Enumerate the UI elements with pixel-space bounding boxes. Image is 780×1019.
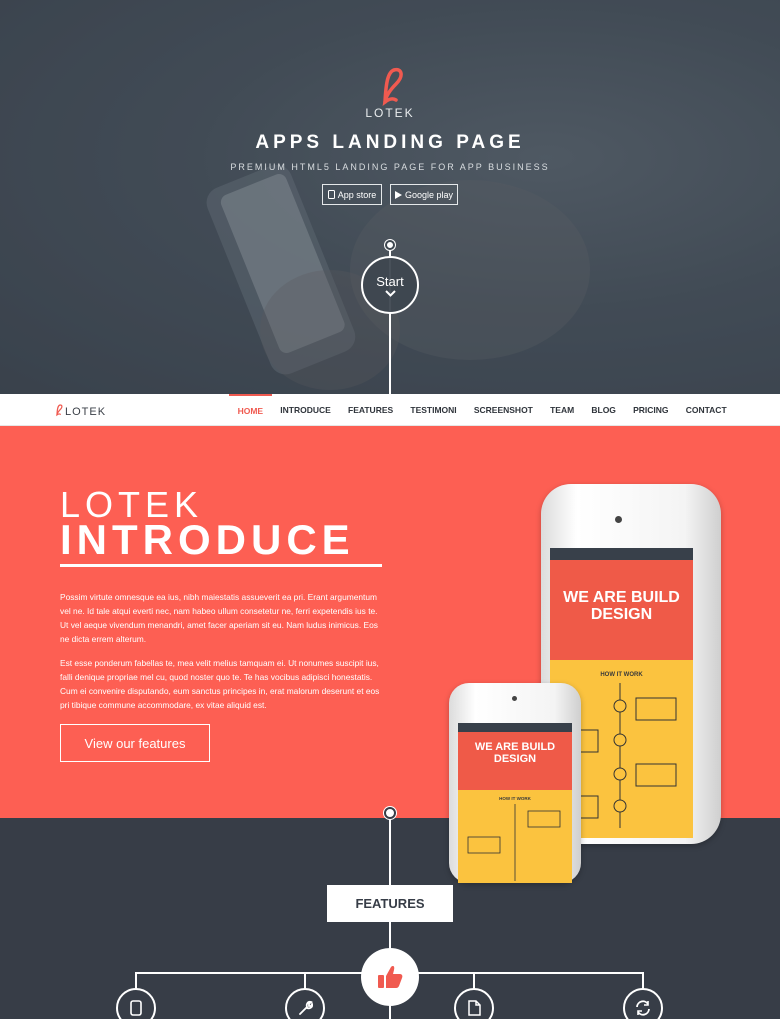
phone-icon <box>130 1000 142 1016</box>
feature-phone-button[interactable] <box>116 988 156 1019</box>
thumbs-up-icon <box>378 966 403 988</box>
google-play-button[interactable]: Google play <box>390 184 458 205</box>
lotek-logo-icon <box>56 403 63 416</box>
wrench-icon <box>299 1000 313 1015</box>
intro-divider <box>60 564 382 567</box>
refresh-icon <box>636 1000 650 1016</box>
screen-hero: WE ARE BUILD DESIGN <box>458 732 572 790</box>
tablet-icon <box>327 190 335 199</box>
nav-item-features[interactable]: FEATURES <box>339 394 401 426</box>
start-button[interactable]: Start <box>361 256 419 314</box>
nav-item-contact[interactable]: CONTACT <box>677 394 735 426</box>
screen-title: WE ARE BUILD DESIGN <box>563 589 680 623</box>
lotek-logo-icon <box>382 67 403 106</box>
nav-item-introduce[interactable]: INTRODUCE <box>272 394 340 426</box>
screen-navbar <box>550 548 693 560</box>
nav-item-team[interactable]: TEAM <box>541 394 582 426</box>
screen-title: WE ARE BUILD DESIGN <box>474 741 556 765</box>
nav-item-screenshot[interactable]: SCREENSHOT <box>465 394 541 426</box>
hero-title: APPS LANDING PAGE <box>255 132 525 153</box>
top-navigation: LOTEK HOME INTRODUCE FEATURES TESTIMONI … <box>0 394 780 426</box>
nav-item-home[interactable]: HOME <box>229 394 272 426</box>
features-title: FEATURES <box>327 885 453 922</box>
hero-logo-text: LOTEK <box>365 106 415 120</box>
google-play-label: Google play <box>404 189 454 200</box>
intro-paragraph-1: Possim virtute omnesque ea ius, nibh mai… <box>60 592 378 644</box>
nav-logo-text: LOTEK <box>65 406 107 418</box>
intro-title-big: INTRODUCE <box>60 516 355 563</box>
feature-document-button[interactable] <box>454 988 494 1019</box>
phone-mockup-small: WE ARE BUILD DESIGN HOW IT WORK <box>449 683 581 883</box>
phone-screen-small: WE ARE BUILD DESIGN HOW IT WORK <box>458 723 572 883</box>
app-store-label: App store <box>337 189 377 200</box>
app-store-button[interactable]: App store <box>322 184 382 205</box>
nav-item-pricing[interactable]: PRICING <box>625 394 678 426</box>
hero-section: LOTEK APPS LANDING PAGE PREMIUM HTML5 LA… <box>0 0 780 394</box>
start-label: Start <box>376 273 404 289</box>
nav-item-testimoni[interactable]: TESTIMONI <box>402 394 465 426</box>
nav-item-blog[interactable]: BLOG <box>583 394 625 426</box>
screen-flow-diagram <box>467 804 561 881</box>
start-connector-dot <box>385 240 395 250</box>
view-features-button[interactable]: View our features <box>60 724 210 762</box>
features-center-badge <box>361 948 419 1006</box>
nav-menu: HOME INTRODUCE FEATURES TESTIMONI SCREEN… <box>229 394 735 426</box>
document-icon <box>467 1000 481 1016</box>
play-icon <box>394 190 402 199</box>
screen-hero: WE ARE BUILD DESIGN <box>550 560 693 660</box>
hero-subtitle: PREMIUM HTML5 LANDING PAGE FOR APP BUSIN… <box>230 162 550 172</box>
features-connector-dot <box>384 807 396 819</box>
camera-icon <box>615 516 622 523</box>
feature-refresh-button[interactable] <box>623 988 663 1019</box>
chevron-down-icon <box>384 289 396 297</box>
intro-paragraph-2: Est esse ponderum fabellas te, mea velit… <box>60 658 380 710</box>
screen-navbar <box>458 723 572 732</box>
feature-wrench-button[interactable] <box>285 988 325 1019</box>
camera-icon <box>512 696 517 701</box>
nav-logo[interactable]: LOTEK <box>53 401 106 418</box>
